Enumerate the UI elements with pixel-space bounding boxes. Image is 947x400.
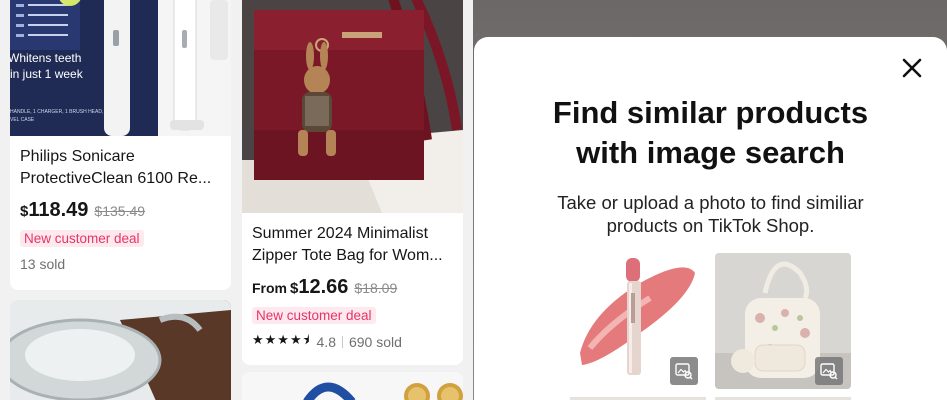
sheet-title: Find similar products with image search	[474, 93, 947, 173]
original-price: $135.49	[94, 203, 146, 219]
price-prefix: From	[252, 280, 287, 296]
close-icon	[902, 58, 922, 78]
price: $12.66	[290, 276, 348, 299]
product-image-toothbrush: Whitens teeth in just 1 week HANDLE, 1 C…	[10, 0, 231, 136]
sample-image-lip-gloss[interactable]	[570, 253, 706, 389]
image-text-line2: in just 1 week	[10, 67, 84, 81]
product-title: Summer 2024 Minimalist Zipper Tote Bag f…	[252, 223, 453, 267]
glassware-illustration	[10, 300, 231, 400]
price: $118.49	[20, 199, 88, 222]
product-info: Philips Sonicare ProtectiveClean 6100 Re…	[10, 136, 231, 272]
product-card-watch[interactable]	[242, 372, 463, 400]
product-title-line2: Zipper Tote Bag for Wom...	[252, 247, 443, 264]
price-row: From $12.66 $18.09	[252, 276, 453, 299]
original-price: $18.09	[354, 280, 398, 296]
product-card-glassware[interactable]	[10, 300, 231, 400]
product-image-glassware	[10, 300, 231, 400]
product-info: Summer 2024 Minimalist Zipper Tote Bag f…	[242, 213, 463, 353]
price-value: 118.49	[28, 199, 89, 221]
rating-value: 4.8	[316, 334, 336, 350]
price-value: 12.66	[298, 276, 349, 298]
divider	[341, 336, 343, 348]
product-title-line1: Summer 2024 Minimalist	[252, 225, 429, 242]
price-row: $118.49 $135.49	[20, 199, 221, 222]
sample-image-backpack[interactable]	[715, 253, 851, 389]
product-title-line1: Philips Sonicare	[20, 148, 135, 165]
image-search-sheet: Find similar products with image search …	[474, 37, 947, 400]
sheet-subtitle-line2: products on TikTok Shop.	[606, 215, 815, 236]
image-footer-line1: HANDLE, 1 CHARGER, 1 BRUSH HEAD,	[10, 109, 103, 115]
product-title: Philips Sonicare ProtectiveClean 6100 Re…	[20, 146, 221, 190]
image-search-icon	[820, 363, 838, 380]
sheet-title-line1: Find similar products	[552, 95, 869, 130]
rating-row: ★★★★⯨ 4.8 690 sold	[252, 331, 453, 353]
star-rating-icon: ★★★★⯨	[252, 332, 311, 347]
close-button[interactable]	[900, 56, 924, 80]
sold-count: 13 sold	[20, 256, 66, 272]
sheet-title-line2: with image search	[576, 135, 845, 170]
product-image-watch	[242, 372, 463, 400]
watch-illustration	[242, 372, 463, 400]
toothbrush-illustration: Whitens teeth in just 1 week HANDLE, 1 C…	[10, 0, 231, 136]
image-search-badge	[815, 357, 843, 385]
product-title-line2: ProtectiveClean 6100 Re...	[20, 170, 212, 187]
sheet-subtitle-line1: Take or upload a photo to find similiar	[557, 192, 864, 213]
product-card-toothbrush[interactable]: Whitens teeth in just 1 week HANDLE, 1 C…	[10, 0, 231, 290]
image-text-line1: Whitens teeth	[10, 51, 81, 65]
tote-bag-illustration	[242, 0, 463, 213]
image-search-icon	[675, 363, 693, 380]
image-search-badge	[670, 357, 698, 385]
tiktok-shop-screen: Whitens teeth in just 1 week HANDLE, 1 C…	[0, 0, 947, 400]
sold-count: 690 sold	[348, 334, 402, 350]
product-image-tote-bag	[242, 0, 463, 213]
sheet-subtitle: Take or upload a photo to find similiar …	[474, 191, 947, 237]
product-card-tote-bag[interactable]: Summer 2024 Minimalist Zipper Tote Bag f…	[242, 0, 463, 365]
image-footer-line2: VEL CASE	[10, 117, 35, 123]
new-customer-deal-badge: New customer deal	[252, 307, 376, 324]
new-customer-deal-badge: New customer deal	[20, 230, 144, 247]
